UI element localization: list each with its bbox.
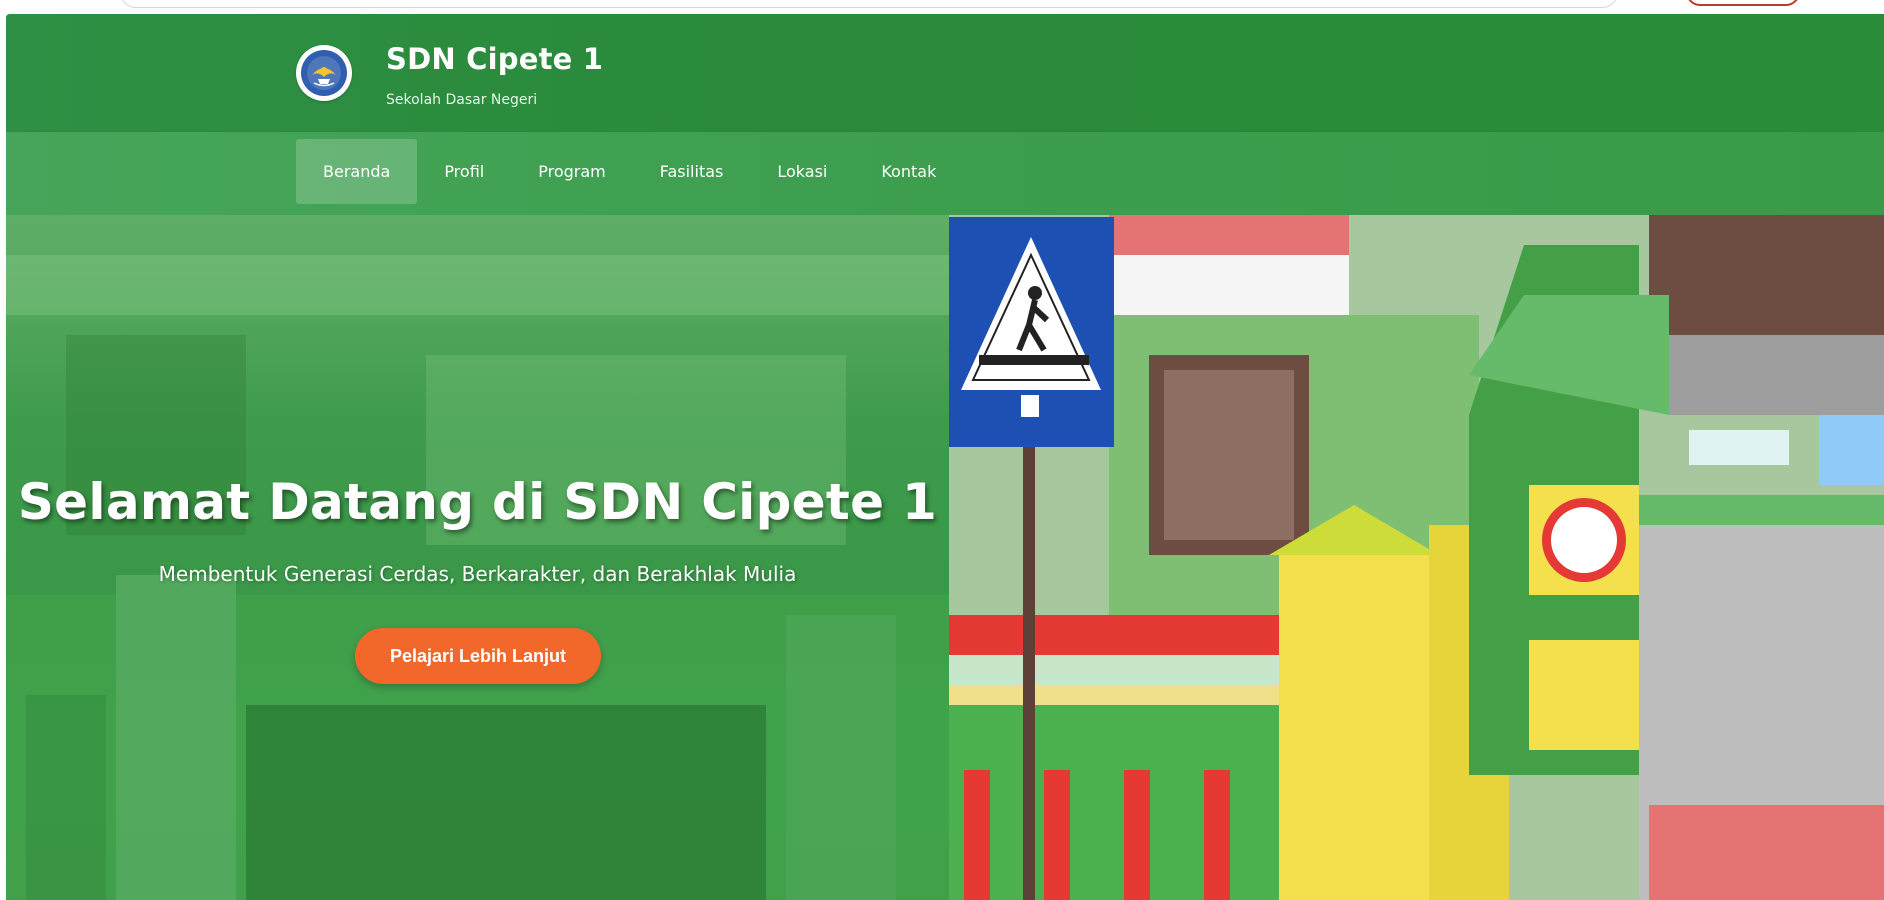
nav-item-program[interactable]: Program: [511, 139, 633, 204]
browser-button[interactable]: [1686, 0, 1800, 6]
site-title[interactable]: SDN Cipete 1: [386, 42, 603, 76]
hero-section: Selamat Datang di SDN Cipete 1 Membentuk…: [6, 215, 1884, 900]
hero-overlay: Selamat Datang di SDN Cipete 1 Membentuk…: [6, 215, 949, 900]
main-nav: Beranda Profil Program Fasilitas Lokasi …: [6, 132, 1884, 215]
learn-more-button[interactable]: Pelajari Lebih Lanjut: [355, 628, 601, 684]
hero-title: Selamat Datang di SDN Cipete 1: [17, 473, 938, 531]
school-gate-illustration: [949, 215, 1884, 900]
page: SDN Cipete 1 Sekolah Dasar Negeri Berand…: [6, 14, 1884, 900]
school-gate-photo: [949, 215, 1884, 900]
nav-item-beranda[interactable]: Beranda: [296, 139, 418, 204]
site-subtitle: Sekolah Dasar Negeri: [386, 92, 538, 108]
nav-item-fasilitas[interactable]: Fasilitas: [633, 139, 751, 204]
tut-wuri-emblem-icon: [307, 56, 341, 90]
hero-background-image: [6, 255, 949, 900]
site-header: SDN Cipete 1 Sekolah Dasar Negeri: [6, 14, 1884, 132]
nav-item-kontak[interactable]: Kontak: [854, 139, 963, 204]
browser-chrome: [0, 0, 1884, 14]
hero-subtitle: Membentuk Generasi Cerdas, Berkarakter, …: [158, 562, 797, 586]
school-logo-icon[interactable]: [296, 45, 352, 101]
nav-item-lokasi[interactable]: Lokasi: [750, 139, 854, 204]
address-bar[interactable]: [120, 0, 1618, 8]
nav-list: Beranda Profil Program Fasilitas Lokasi …: [296, 139, 963, 204]
nav-item-profil[interactable]: Profil: [417, 139, 511, 204]
